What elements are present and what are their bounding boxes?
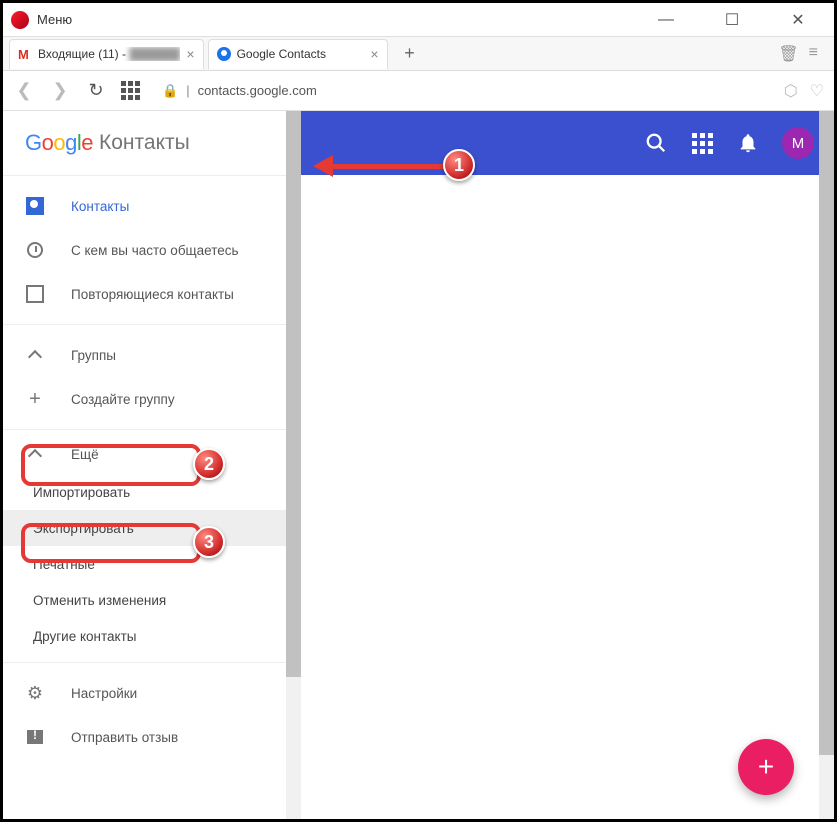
forward-button[interactable]: ❯ bbox=[49, 80, 71, 102]
heart-icon[interactable]: ♡ bbox=[810, 81, 824, 101]
sidebar-item-label: Ещё bbox=[71, 447, 99, 462]
tab-gmail[interactable]: Входящие (11) - ██████ × bbox=[9, 39, 204, 69]
gmail-favicon-icon bbox=[18, 47, 32, 61]
menu-button[interactable]: Меню bbox=[37, 12, 72, 27]
gear-icon: ⚙ bbox=[25, 683, 45, 703]
sidebar-item-feedback[interactable]: Отправить отзыв bbox=[3, 715, 301, 759]
sidebar-item-undo[interactable]: Отменить изменения bbox=[3, 582, 301, 618]
clock-icon bbox=[25, 240, 45, 260]
opera-icon bbox=[11, 11, 29, 29]
titlebar: Меню — ☐ ✕ bbox=[3, 3, 834, 37]
account-avatar[interactable]: M bbox=[782, 127, 814, 159]
plus-icon: + bbox=[25, 389, 45, 409]
lock-icon: 🔒 bbox=[162, 83, 178, 99]
sidebar-item-label: Отправить отзыв bbox=[71, 730, 178, 745]
reload-button[interactable]: ↻ bbox=[85, 80, 107, 102]
tab-menu-icon[interactable]: ≡ bbox=[809, 44, 818, 64]
notifications-button[interactable] bbox=[736, 131, 760, 155]
scrollbar-thumb[interactable] bbox=[286, 111, 301, 677]
speed-dial-button[interactable] bbox=[121, 81, 140, 100]
chevron-up-icon bbox=[25, 444, 45, 464]
sidebar-scrollbar[interactable] bbox=[286, 111, 301, 819]
search-button[interactable] bbox=[644, 131, 668, 155]
trash-icon[interactable]: 🗑 bbox=[778, 44, 798, 64]
sidebar: Google Контакты Контакты С кем вы часто … bbox=[3, 111, 301, 819]
app-header: M bbox=[301, 111, 834, 175]
sidebar-item-label: Повторяющиеся контакты bbox=[71, 287, 234, 302]
maximize-button[interactable]: ☐ bbox=[714, 10, 750, 30]
url-text: contacts.google.com bbox=[198, 83, 317, 98]
sidebar-header: Google Контакты bbox=[3, 111, 301, 175]
feedback-icon bbox=[25, 727, 45, 747]
tab-title: Входящие (11) - ██████ bbox=[38, 47, 180, 61]
address-bar: ❮ ❯ ↻ 🔒 | contacts.google.com ⬡ ♡ bbox=[3, 71, 834, 111]
main-scrollbar-top[interactable] bbox=[819, 111, 834, 175]
duplicate-icon bbox=[25, 284, 45, 304]
sidebar-item-duplicates[interactable]: Повторяющиеся контакты bbox=[3, 272, 301, 316]
google-logo: Google bbox=[25, 130, 93, 156]
new-tab-button[interactable]: + bbox=[398, 42, 422, 66]
sidebar-item-create-group[interactable]: + Создайте группу bbox=[3, 377, 301, 421]
sidebar-item-more[interactable]: Ещё bbox=[3, 434, 301, 474]
contacts-icon bbox=[25, 196, 45, 216]
sidebar-item-print[interactable]: Печатные bbox=[3, 546, 301, 582]
window-controls: — ☐ ✕ bbox=[648, 10, 826, 30]
shield-icon[interactable]: ⬡ bbox=[784, 81, 798, 101]
url-field[interactable]: 🔒 | contacts.google.com bbox=[154, 77, 770, 105]
add-contact-fab[interactable]: + bbox=[738, 739, 794, 795]
tab-title: Google Contacts bbox=[237, 47, 365, 61]
minimize-button[interactable]: — bbox=[648, 11, 684, 29]
sidebar-item-settings[interactable]: ⚙ Настройки bbox=[3, 671, 301, 715]
sidebar-item-label: С кем вы часто общаетесь bbox=[71, 243, 239, 258]
tab-strip: Входящие (11) - ██████ × Google Contacts… bbox=[3, 37, 834, 71]
main-scrollbar[interactable] bbox=[819, 175, 834, 819]
sidebar-item-label: Настройки bbox=[71, 686, 137, 701]
sidebar-item-label: Создайте группу bbox=[71, 392, 175, 407]
sidebar-item-label: Контакты bbox=[71, 199, 129, 214]
chevron-up-icon bbox=[25, 345, 45, 365]
main-panel: M + bbox=[301, 111, 834, 819]
sidebar-item-groups[interactable]: Группы bbox=[3, 333, 301, 377]
tab-close-button[interactable]: × bbox=[370, 46, 378, 62]
apps-button[interactable] bbox=[690, 131, 714, 155]
browser-window: Меню — ☐ ✕ Входящие (11) - ██████ × Goog… bbox=[0, 0, 837, 822]
close-window-button[interactable]: ✕ bbox=[780, 10, 816, 30]
back-button[interactable]: ❮ bbox=[13, 80, 35, 102]
scrollbar-thumb[interactable] bbox=[819, 175, 834, 755]
sidebar-item-import[interactable]: Импортировать bbox=[3, 474, 301, 510]
sidebar-item-contacts[interactable]: Контакты bbox=[3, 184, 301, 228]
tabstrip-actions: 🗑 ≡ bbox=[778, 44, 828, 64]
sidebar-item-other-contacts[interactable]: Другие контакты bbox=[3, 618, 301, 654]
sidebar-item-label: Группы bbox=[71, 348, 116, 363]
tab-google-contacts[interactable]: Google Contacts × bbox=[208, 39, 388, 69]
app-title: Контакты bbox=[99, 131, 190, 155]
tab-close-button[interactable]: × bbox=[186, 46, 194, 62]
sidebar-item-export[interactable]: Экспортировать bbox=[3, 510, 301, 546]
page-content: Google Контакты Контакты С кем вы часто … bbox=[3, 111, 834, 819]
sidebar-item-frequent[interactable]: С кем вы часто общаетесь bbox=[3, 228, 301, 272]
contacts-favicon-icon bbox=[217, 47, 231, 61]
